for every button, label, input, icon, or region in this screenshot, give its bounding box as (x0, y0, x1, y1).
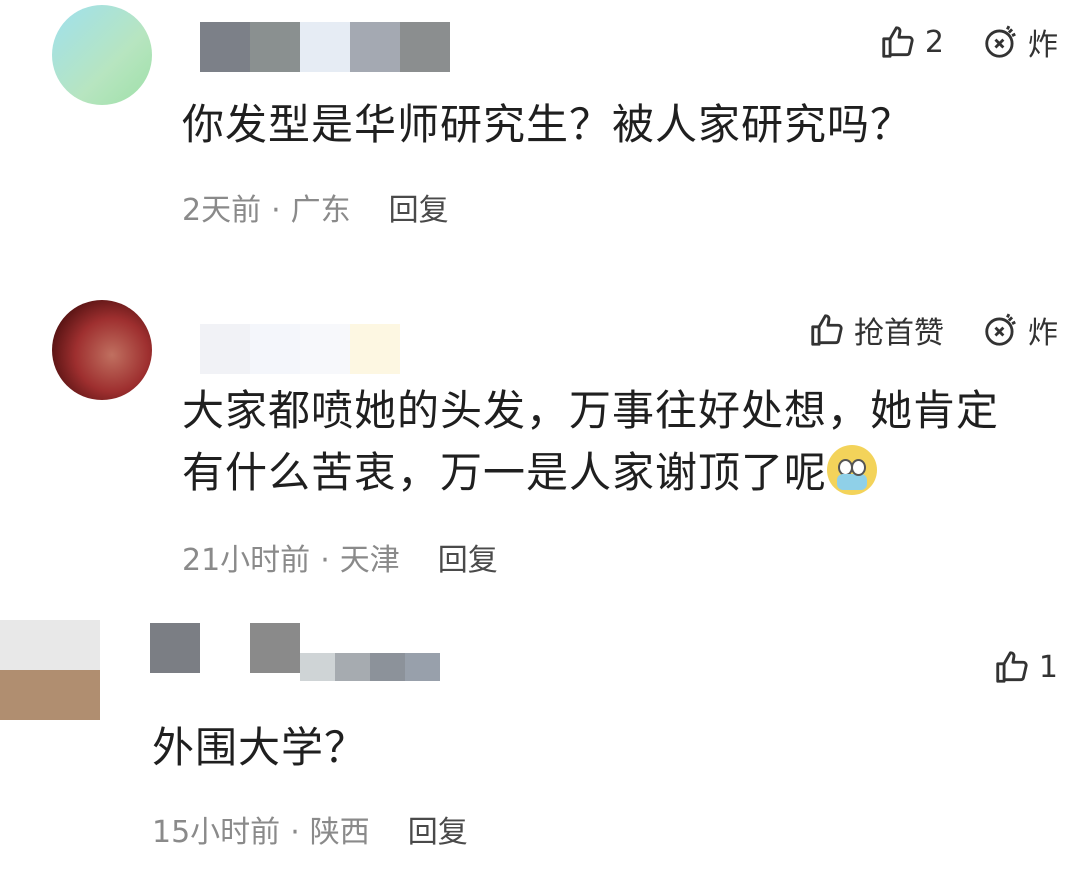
comment-location: 广东 (290, 193, 351, 228)
thumbs-up-icon (811, 314, 843, 346)
reply-button[interactable]: 回复 (389, 193, 449, 228)
reply-button[interactable]: 回复 (438, 543, 498, 578)
thumbs-up-icon (996, 651, 1028, 683)
bomb-label: 炸 (1028, 316, 1058, 351)
avatar[interactable] (52, 300, 152, 400)
comment-actions: 1 (955, 648, 1058, 686)
bomb-label: 炸 (1028, 28, 1058, 63)
mask-shape (837, 474, 868, 490)
comment-text-line-2: 有什么苦衷，万一是人家谢顶了呢 (182, 442, 1072, 504)
comment-time: 15小时前 (152, 815, 281, 850)
like-count: 1 (1038, 649, 1058, 685)
comment-time: 2天前 (182, 193, 262, 228)
comment-text: 外围大学？ (152, 723, 368, 772)
comment-text: 大家都喷她的头发，万事往好处想，她肯定 有什么苦衷，万一是人家谢顶了呢 (182, 380, 1072, 504)
avatar[interactable] (52, 5, 152, 105)
comment-location: 天津 (339, 543, 400, 578)
like-button[interactable]: 抢首赞 (808, 308, 944, 352)
comment-location: 陕西 (309, 815, 370, 850)
like-button[interactable]: 1 (993, 648, 1058, 686)
thumbs-up-icon (882, 26, 914, 58)
comment-2: 抢首赞 炸 大家都喷她的头发，万事往好处想，她肯定 有什么苦衷，万一是人家谢顶了… (0, 280, 1080, 610)
username-pixelated[interactable] (200, 22, 450, 72)
comment-text: 你发型是华师研究生？被人家研究吗？ (182, 100, 914, 149)
comment-actions: 2 炸 (841, 20, 1058, 64)
comment-meta: 2天前 · 广东 回复 (182, 185, 449, 229)
comment-meta: 15小时前 · 陕西 回复 (152, 807, 468, 851)
username-pixelated-2 (300, 653, 440, 681)
separator: · (320, 543, 330, 578)
bomb-button[interactable]: 炸 (982, 20, 1058, 64)
bomb-icon (985, 25, 1016, 58)
comment-text-line-1: 大家都喷她的头发，万事往好处想，她肯定 (182, 386, 1000, 435)
comment-3: 1 外围大学？ 15小时前 · 陕西 回复 (0, 620, 1080, 872)
comment-meta: 21小时前 · 天津 回复 (182, 535, 498, 579)
fearful-mask-emoji-icon (827, 445, 878, 495)
username-pixelated[interactable] (200, 324, 400, 374)
like-count: 2 (924, 24, 944, 60)
like-label: 抢首赞 (854, 316, 944, 351)
separator: · (271, 193, 281, 228)
avatar[interactable] (0, 620, 100, 720)
like-button[interactable]: 2 (879, 23, 944, 61)
comment-actions: 抢首赞 炸 (770, 308, 1058, 352)
bomb-button[interactable]: 炸 (982, 308, 1058, 352)
reply-button[interactable]: 回复 (408, 815, 468, 850)
comment-time: 21小时前 (182, 543, 311, 578)
comment-1: 2 炸 你发型是华师研究生？被人家研究吗？ 2天前 · 广东 回复 (0, 0, 1080, 250)
username-pixelated[interactable] (150, 623, 300, 673)
separator: · (290, 815, 300, 850)
bomb-icon (985, 313, 1016, 346)
comment-text-line-2-text: 有什么苦衷，万一是人家谢顶了呢 (182, 448, 828, 497)
